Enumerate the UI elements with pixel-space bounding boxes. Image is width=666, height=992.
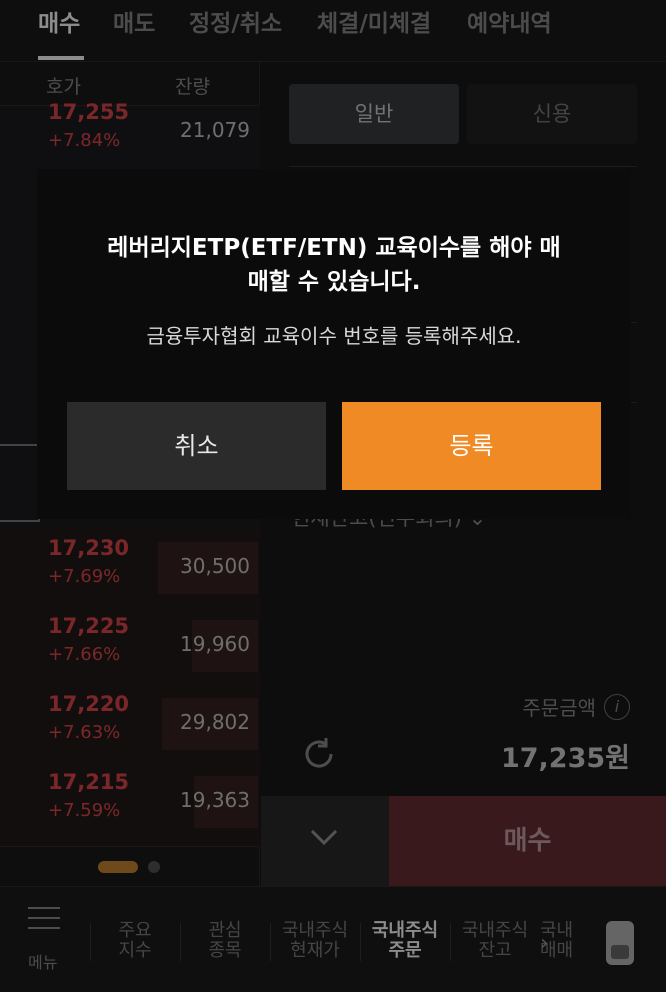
education-required-dialog: 레버리지ETP(ETF/ETN) 교육이수를 해야 매 매할 수 있습니다. 금…: [37, 169, 631, 519]
dialog-title: 레버리지ETP(ETF/ETN) 교육이수를 해야 매 매할 수 있습니다.: [107, 235, 561, 295]
cancel-button[interactable]: 취소: [67, 402, 326, 490]
dialog-message: 금융투자협회 교육이수 번호를 등록해주세요.: [146, 324, 522, 348]
register-button[interactable]: 등록: [342, 402, 601, 490]
